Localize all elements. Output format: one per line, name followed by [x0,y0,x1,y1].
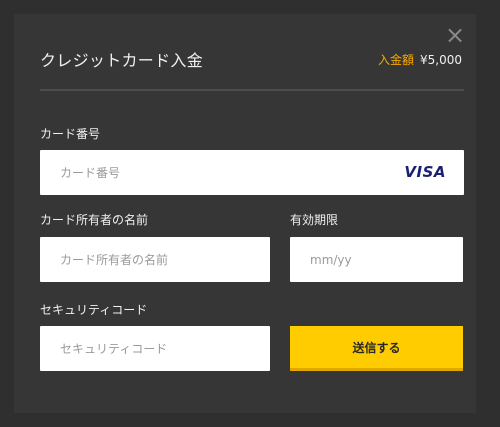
card-number-label: カード番号 [40,127,101,141]
security-code-input[interactable] [60,326,260,371]
card-number-input[interactable] [60,150,454,195]
close-icon[interactable]: × [442,22,468,48]
card-number-field-box: VISA [40,150,464,195]
card-holder-label: カード所有者の名前 [40,213,149,227]
card-holder-field-box [40,237,270,282]
expiry-input[interactable] [310,237,453,282]
header-divider [40,89,464,91]
expiry-label: 有効期限 [290,213,339,227]
amount-value: ¥5,000 [420,53,462,67]
amount-label: 入金額 [377,53,414,67]
deposit-amount: 入金額 ¥5,000 [378,51,462,68]
security-code-label: セキュリティコード [40,303,148,317]
credit-card-deposit-modal: × クレジットカード入金 入金額 ¥5,000 カード番号 VISA カード所有者… [14,14,476,413]
card-holder-input[interactable] [60,237,260,282]
modal-title: クレジットカード入金 [40,51,204,70]
security-code-field-box [40,326,270,371]
screen-background: × クレジットカード入金 入金額 ¥5,000 カード番号 VISA カード所有者… [0,0,500,427]
submit-button[interactable]: 送信する [290,326,463,371]
visa-logo-icon: VISA [404,163,446,181]
expiry-field-box [290,237,463,282]
